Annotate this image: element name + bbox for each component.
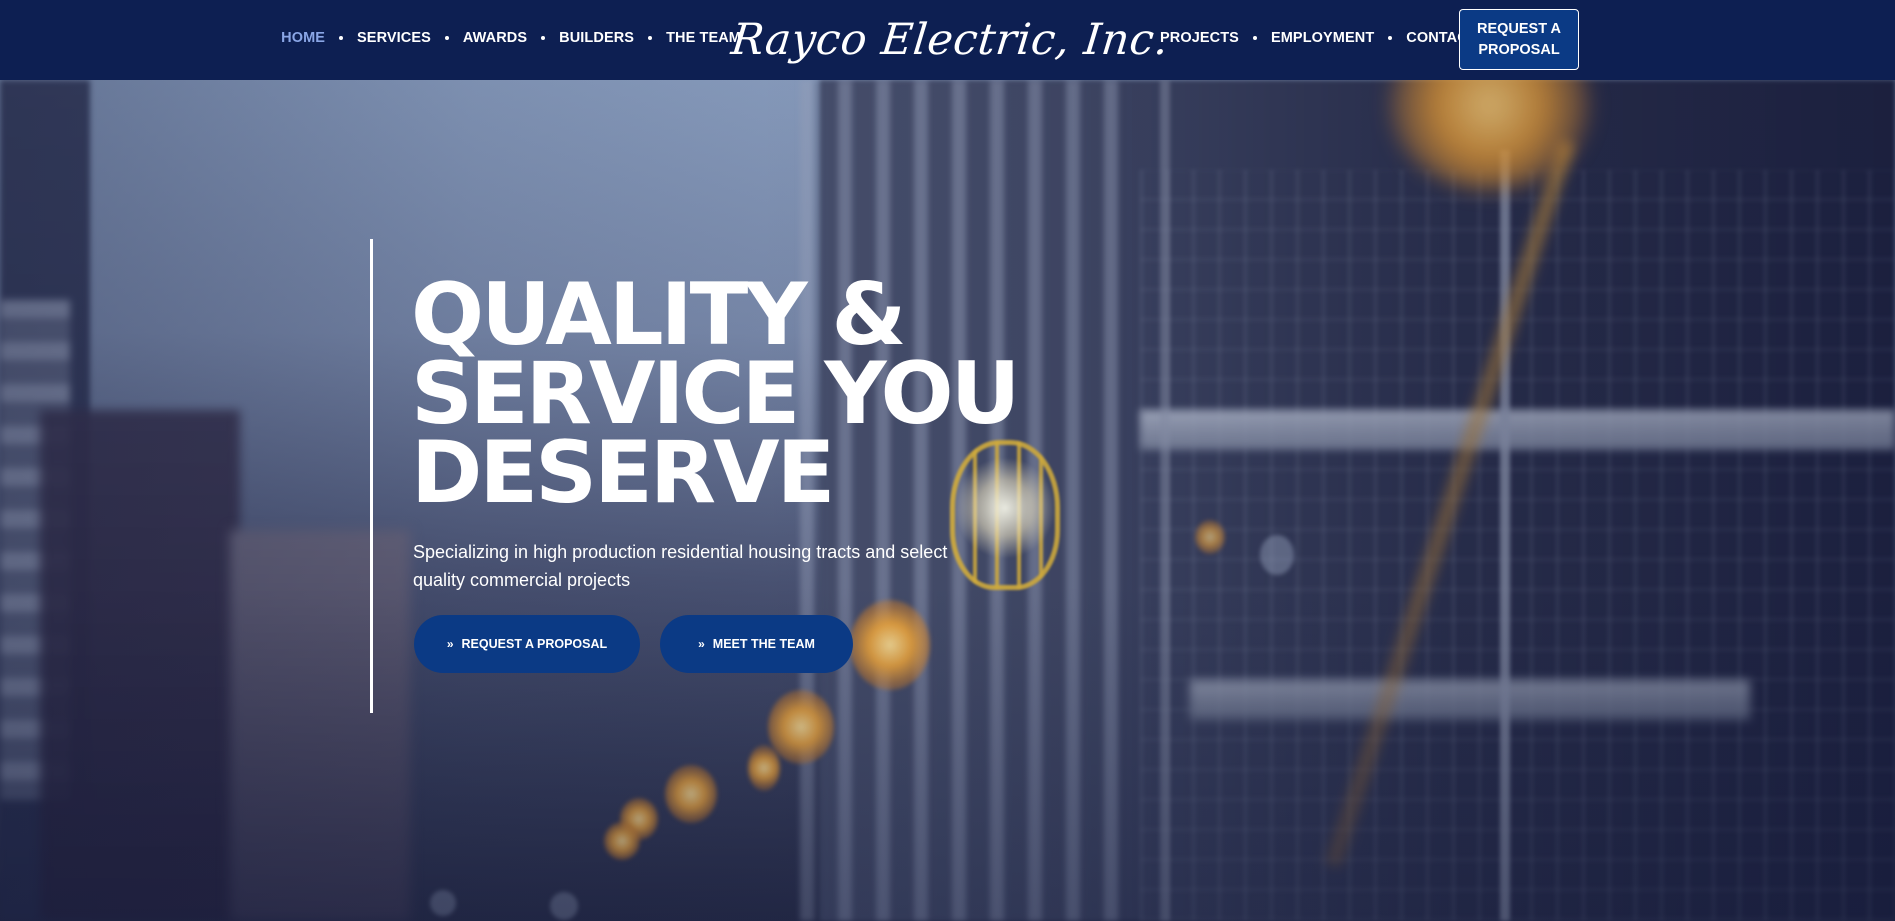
nav-separator-dot — [648, 36, 653, 40]
hero-heading: QUALITY & SERVICE YOU DESERVE — [411, 272, 1071, 516]
request-proposal-button[interactable]: » REQUEST A PROPOSAL — [414, 615, 640, 673]
nav-separator-dot — [444, 36, 449, 40]
request-proposal-button-label: REQUEST A PROPOSAL — [461, 637, 608, 651]
nav-item-employment[interactable]: EMPLOYMENT — [1271, 30, 1374, 46]
site-header: HOME SERVICES AWARDS BUILDERS THE TEAM R… — [0, 0, 1895, 80]
primary-nav-left: HOME SERVICES AWARDS BUILDERS THE TEAM — [281, 0, 741, 76]
nav-item-awards[interactable]: AWARDS — [463, 30, 527, 46]
nav-separator-dot — [541, 36, 546, 40]
meet-the-team-button[interactable]: » MEET THE TEAM — [660, 615, 853, 673]
nav-separator-dot — [1388, 36, 1393, 40]
double-chevron-right-icon: » — [446, 637, 454, 651]
primary-nav-right: PROJECTS EMPLOYMENT CONTACT — [1160, 0, 1477, 76]
site-logo[interactable]: Rayco Electric, Inc. — [729, 10, 1171, 70]
nav-item-builders[interactable]: BUILDERS — [559, 30, 634, 46]
hero-vertical-rule — [370, 239, 373, 713]
nav-item-projects[interactable]: PROJECTS — [1160, 30, 1239, 46]
hero-heading-line: DESERVE — [411, 423, 835, 523]
nav-separator-dot — [1252, 36, 1257, 40]
nav-item-services[interactable]: SERVICES — [357, 30, 431, 46]
double-chevron-right-icon: » — [698, 637, 705, 651]
nav-item-home[interactable]: HOME — [281, 30, 325, 46]
request-proposal-header-button[interactable]: REQUEST A PROPOSAL — [1459, 9, 1579, 70]
nav-separator-dot — [339, 36, 344, 40]
hero-subtitle: Specializing in high production resident… — [413, 542, 948, 590]
meet-the-team-button-label: MEET THE TEAM — [712, 637, 815, 651]
